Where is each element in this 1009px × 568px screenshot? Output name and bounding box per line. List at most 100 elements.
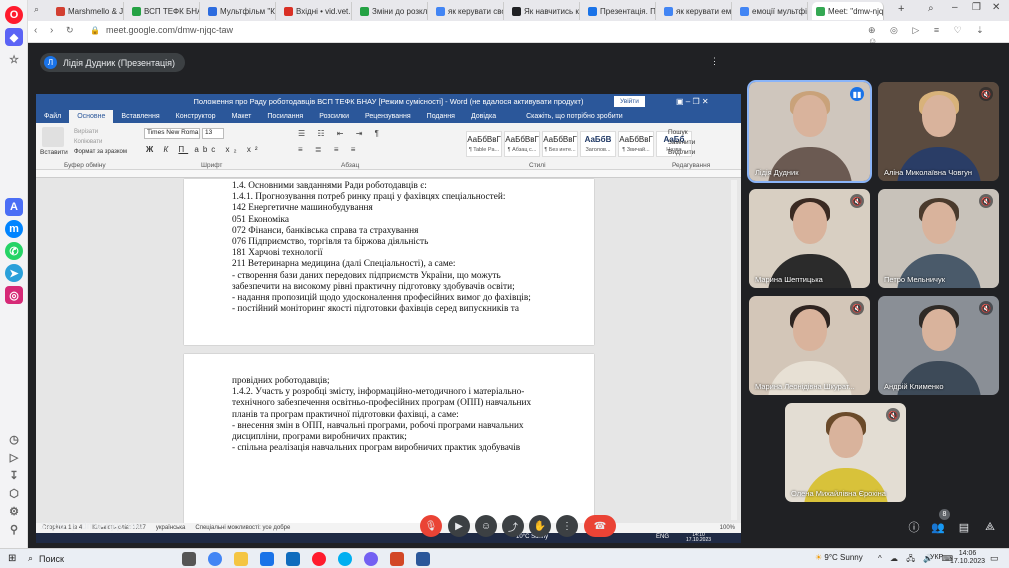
mic-toggle-button[interactable]: 🎙 [420,515,442,537]
word-tab[interactable]: Посилання [259,113,311,120]
opera-taskbar-icon[interactable] [312,552,326,566]
notifications-icon[interactable]: ▭ [990,553,999,564]
browser-tab[interactable]: як керувати емоці [660,2,732,20]
reactions-button[interactable]: ☺ [475,515,497,537]
document-page-1[interactable]: 1.4. Основними завданнями Ради роботодав… [184,179,594,345]
close-window-button[interactable]: ✕ [992,2,1000,13]
settings-icon[interactable]: ⚙ [5,502,23,520]
powerpoint-icon[interactable] [390,552,404,566]
word-tab[interactable]: Макет [224,113,260,120]
raise-hand-button[interactable]: ✋ [529,515,551,537]
windows-start-icon[interactable]: ⊞ [8,553,16,564]
ai-icon[interactable]: A [5,198,23,216]
skype-icon[interactable] [338,552,352,566]
chrome-icon[interactable] [208,552,222,566]
instagram-icon[interactable]: ◎ [5,286,23,304]
meeting-details-button[interactable]: ⓘ [906,519,922,535]
word-tab[interactable]: Файл [36,113,69,120]
reload-icon[interactable]: ↻ [66,25,74,36]
word-tab[interactable]: Вставлення [113,113,167,120]
word-tab[interactable]: Розсилки [311,113,357,120]
search-tabs-icon[interactable]: ⌕ [928,3,934,14]
participant-tile[interactable]: 🔇 Марина Леонідівна Шкурат... [749,296,870,395]
chat-button[interactable]: ▤ [956,519,972,535]
present-button[interactable]: ⤴ [502,515,524,537]
status-zoom[interactable]: 100% [720,525,741,531]
tell-me-field[interactable]: Скажіть, що потрібно зробити [518,113,631,120]
format-painter-button[interactable]: Формат за зразком [74,147,127,157]
viber-icon[interactable] [364,552,378,566]
copy-button[interactable]: Копіювати [74,137,127,147]
browser-tab[interactable]: як керувати своїм [432,2,504,20]
replace-button[interactable]: Замінити [668,138,695,148]
presentation-more-icon[interactable]: ⋮ [710,56,719,67]
participant-tile[interactable]: 🔇 Олена Михайлівна Єрохіна [785,403,906,502]
font-size-select[interactable]: 13 [202,128,224,139]
style-gallery-item[interactable]: АаБбВ Заголов... [580,131,616,157]
word-taskbar-icon[interactable] [416,552,430,566]
downloads-icon[interactable]: ↧ [5,466,23,484]
browser-tab[interactable]: Як навчитись керу [508,2,580,20]
file-explorer-icon[interactable] [234,552,248,566]
document-page-2[interactable]: провідних роботодавців; 1.4.2. Участь у р… [184,354,594,524]
url-field[interactable]: meet.google.com/dmw-njqc-taw [106,25,233,35]
telegram-icon[interactable]: ➤ [5,264,23,282]
extensions-icon[interactable]: ⬡ [5,484,23,502]
word-tab[interactable]: Конструктор [168,113,224,120]
style-gallery-item[interactable]: АаБбВвГ ¶ Звичай... [618,131,654,157]
taskbar-clock[interactable]: 14:06 17.10.2023 [950,550,985,566]
participant-tile[interactable]: ▮▮ Лідія Дудник [747,80,872,183]
word-tab[interactable]: Довідка [463,113,504,120]
browser-tab[interactable]: Мультфільм "Коро [204,2,276,20]
font-format-buttons[interactable]: Ж К П abc x₂ x² [146,145,262,154]
star-icon[interactable]: ☆ [5,50,23,68]
tray-icons[interactable]: ^ ☁ 🖧 🔊 ⌨ [878,553,956,567]
task-view-icon[interactable] [182,552,196,566]
word-tab[interactable]: Рецензування [357,113,419,120]
leave-call-button[interactable]: ☎ [584,515,616,537]
find-button[interactable]: Пошук [668,128,695,138]
player-icon[interactable]: ▷ [5,448,23,466]
people-button[interactable]: 👥 [930,519,946,535]
paste-button[interactable]: Вставити [40,149,68,156]
activities-button[interactable]: ⟁ [982,519,998,535]
align-buttons[interactable]: ≡ ≣ ≡ ≡ [298,145,360,154]
back-icon[interactable]: ‹ [34,25,37,36]
history-icon[interactable]: ◷ [5,430,23,448]
browser-tab[interactable]: Marshmello & Jonas [52,2,124,20]
taskbar-lang[interactable]: УКР [930,554,943,561]
taskbar-search[interactable]: ⌕ Поиск [28,551,178,566]
participant-tile[interactable]: 🔇 Аліна Миколаївна Човгун [878,82,999,181]
participant-tile[interactable]: 🔇 Марина Шептицька [749,189,870,288]
browser-tab[interactable]: Вхідні • vid.vet.med [280,2,352,20]
browser-tab[interactable]: Meet: "dmw-njqc [812,2,884,20]
word-tab[interactable]: Основне [69,110,114,123]
participant-tile[interactable]: 🔇 Андрій Клименко [878,296,999,395]
store-icon[interactable] [260,552,274,566]
browser-tab[interactable]: Презентація. Приг [584,2,656,20]
participant-tile[interactable]: 🔇 Петро Мельничук [878,189,999,288]
style-gallery-item[interactable]: АаБбВвГ ¶ Абзац с... [504,131,540,157]
paragraph-buttons[interactable]: ☰ ☷ ⇤ ⇥ ¶ [298,129,384,138]
signin-button[interactable]: Увійти [614,96,645,107]
browser-tab[interactable]: емоції мультфільм [736,2,808,20]
mail-icon[interactable] [286,552,300,566]
select-button[interactable]: Виділити [668,148,695,158]
more-options-button[interactable]: ⋮ [556,515,578,537]
word-tab[interactable]: Подання [419,113,463,120]
style-gallery-item[interactable]: АаБбВвГ ¶ Table Pa... [466,131,502,157]
opera-logo-icon[interactable]: O [5,6,23,24]
document-scrollbar[interactable] [731,180,737,520]
maximize-button[interactable]: ❐ [972,2,981,13]
aria-icon[interactable]: ◆ [5,28,23,46]
whatsapp-icon[interactable]: ✆ [5,242,23,260]
cut-button[interactable]: Вирізати [74,127,127,137]
paste-icon[interactable] [42,127,64,147]
pin-icon[interactable]: ⚲ [5,520,23,538]
browser-tab[interactable]: ВСП ТЕФК БНАУ [128,2,200,20]
minimize-button[interactable]: – [952,2,958,13]
word-window-controls[interactable]: ▣ – ❐ ✕ [676,94,709,110]
style-gallery-item[interactable]: АаБбВвГ ¶ Без инте... [542,131,578,157]
browser-tab[interactable]: Зміни до розклад [356,2,428,20]
messenger-icon[interactable]: m [5,220,23,238]
